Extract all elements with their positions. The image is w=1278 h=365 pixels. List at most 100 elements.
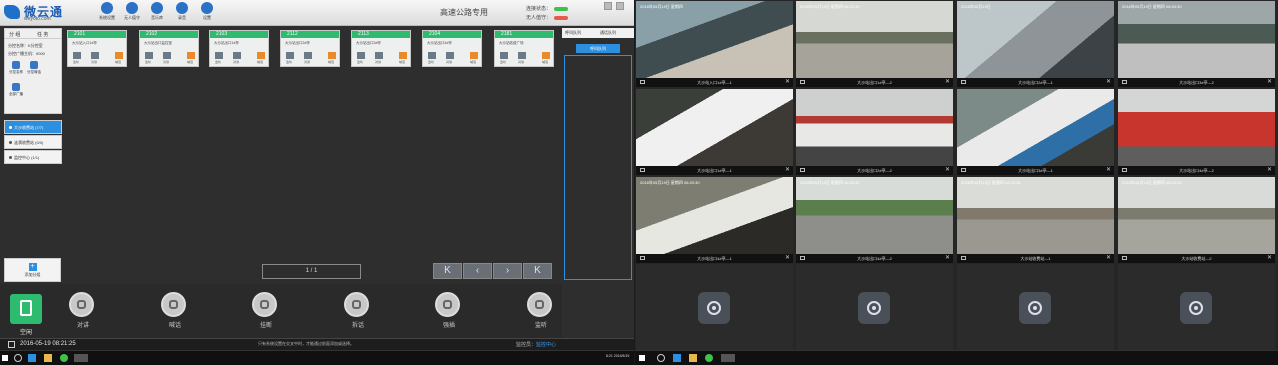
camera-feed[interactable]: 2016年05月19日 星期四 08:20:30 大沙站出口3#亭—2 ✕ <box>1118 1 1275 87</box>
intercom-icon[interactable] <box>304 52 312 59</box>
call-queue-list[interactable] <box>564 55 632 280</box>
barge-in-button[interactable] <box>435 292 460 317</box>
listen-icon[interactable] <box>73 52 81 59</box>
listen-icon[interactable] <box>215 52 223 59</box>
camera-feed[interactable]: 2016年05月19日 星期四 08:20:30 大沙站出口4#亭—2 ✕ <box>796 177 953 263</box>
terminal-card[interactable]: 2112 大沙站出口2#亭 监听 对讲 喊话 <box>280 30 340 67</box>
terminal-card[interactable]: 2181 大沙站收费广场 监听 对讲 喊话 <box>494 30 554 67</box>
active-app-icon[interactable] <box>74 354 88 362</box>
close-icon[interactable]: ✕ <box>785 78 790 87</box>
listen-icon[interactable] <box>145 52 153 59</box>
listen-icon[interactable] <box>286 52 294 59</box>
sidebar-group-lianyi[interactable]: 涟漪收费站 (0/0) <box>4 135 62 149</box>
toolbar-settings-button[interactable]: 系统设置 <box>96 2 118 24</box>
terminal-card[interactable]: 2103 大沙站出口1#亭 监听 对讲 喊话 <box>209 30 269 67</box>
edge-browser-icon[interactable] <box>673 354 681 362</box>
first-page-button[interactable]: K <box>433 263 462 279</box>
settings-icon <box>101 2 113 14</box>
app-icon[interactable] <box>60 354 68 362</box>
close-icon[interactable]: ✕ <box>1267 166 1272 175</box>
megaphone-icon[interactable] <box>187 52 195 59</box>
controller-name-button[interactable]: 分控名称 <box>9 61 23 77</box>
camera-feed[interactable]: 大沙站出口2#亭—2 ✕ <box>796 89 953 175</box>
empty-video-slot[interactable] <box>796 264 953 350</box>
tab-call-queue[interactable]: 呼叫队列 <box>565 30 581 36</box>
last-page-button[interactable]: K <box>523 263 552 279</box>
toolbar-music-button[interactable]: 音乐库 <box>146 2 168 24</box>
megaphone-icon[interactable] <box>470 52 478 59</box>
file-explorer-icon[interactable] <box>44 354 52 362</box>
megaphone-button[interactable] <box>161 292 186 317</box>
tab-group[interactable]: 分 组 <box>9 31 20 38</box>
active-app-icon[interactable] <box>721 354 735 362</box>
intercom-icon[interactable] <box>518 52 526 59</box>
camera-feed[interactable]: 2016年05月19日 星期四 08:20:30 大沙站出口1#亭—2 ✕ <box>796 1 953 87</box>
intercom-button[interactable] <box>69 292 94 317</box>
intercom-icon[interactable] <box>233 52 241 59</box>
sidebar-group-monitor[interactable]: 监控中心 (1/1) <box>4 150 62 164</box>
empty-video-slot[interactable] <box>1118 264 1275 350</box>
prev-page-button[interactable]: ‹ <box>463 263 492 279</box>
terminal-card[interactable]: 2101 大沙站入口1#亭 监听 对讲 喊话 <box>67 30 127 67</box>
intercom-icon[interactable] <box>91 52 99 59</box>
empty-video-slot[interactable] <box>957 264 1114 350</box>
windows-start-icon[interactable] <box>2 355 8 361</box>
call-queue-button[interactable]: 呼叫队列 <box>576 44 620 53</box>
toolbar-record-button[interactable]: 录音 <box>171 2 193 24</box>
camera-feed[interactable]: 大沙站出口1#亭—1 ✕ <box>636 89 793 175</box>
camera-feed[interactable]: 大沙站出口4#亭—2 ✕ <box>1118 89 1275 175</box>
intercom-icon[interactable] <box>446 52 454 59</box>
toolbar-user-button[interactable]: 设置 <box>196 2 218 24</box>
intercom-icon[interactable] <box>163 52 171 59</box>
file-explorer-icon[interactable] <box>689 354 697 362</box>
listen-icon[interactable] <box>428 52 436 59</box>
tab-task[interactable]: 任 务 <box>37 31 48 38</box>
add-group-button[interactable]: + 添加分组 <box>4 258 61 282</box>
close-icon[interactable]: ✕ <box>1267 78 1272 87</box>
intercom-icon[interactable] <box>375 52 383 59</box>
terminal-card[interactable]: 2102 大沙站出口监控室 监听 对讲 喊话 <box>139 30 199 67</box>
app-icon[interactable] <box>705 354 713 362</box>
terminal-card[interactable]: 2104 大沙站出口4#亭 监听 对讲 喊话 <box>422 30 482 67</box>
edge-browser-icon[interactable] <box>28 354 36 362</box>
close-icon[interactable]: ✕ <box>1106 78 1111 87</box>
broadcast-all-button[interactable]: 全部广播 <box>9 83 23 99</box>
megaphone-icon[interactable] <box>399 52 407 59</box>
tab-talk-queue[interactable]: 通话队列 <box>600 30 616 36</box>
close-icon[interactable]: ✕ <box>945 78 950 87</box>
toolbar-unattended-button[interactable]: 无人值守 <box>121 2 143 24</box>
megaphone-icon[interactable] <box>542 52 550 59</box>
camera-feed[interactable]: 2016年05月19日 星期四 08:20:34 大沙站收费站—1 ✕ <box>957 177 1114 263</box>
empty-video-slot[interactable] <box>636 264 793 350</box>
close-icon[interactable]: ✕ <box>945 254 950 263</box>
search-icon[interactable] <box>657 354 665 362</box>
close-icon[interactable]: ✕ <box>785 254 790 263</box>
camera-feed[interactable]: 2016年05月19日 星期四 08:20:34 大沙站收费站—2 ✕ <box>1118 177 1275 263</box>
close-icon[interactable]: ✕ <box>1106 166 1111 175</box>
close-icon[interactable]: ✕ <box>785 166 790 175</box>
close-button[interactable] <box>616 2 624 10</box>
split-call-button[interactable] <box>344 292 369 317</box>
search-icon[interactable] <box>14 354 22 362</box>
megaphone-icon[interactable] <box>257 52 265 59</box>
megaphone-icon[interactable] <box>115 52 123 59</box>
camera-feed[interactable]: 2016年05月19日 星期四 08:20:30 大沙站出口4#亭—1 ✕ <box>636 177 793 263</box>
headset-button[interactable] <box>527 292 552 317</box>
windows-start-icon[interactable] <box>639 355 645 361</box>
terminal-card[interactable]: 2113 大沙站出口3#亭 监听 对讲 喊话 <box>351 30 411 67</box>
camera-feed[interactable]: 2016年05月19日 大沙站出口2#亭—1 ✕ <box>957 1 1114 87</box>
camera-feed[interactable]: 2016年05月19日 星期四 大沙站入口1#亭—1 ✕ <box>636 1 793 87</box>
hangup-button[interactable] <box>252 292 277 317</box>
sidebar-group-dasha[interactable]: 大沙收费站 (7/7) <box>4 120 62 134</box>
close-icon[interactable]: ✕ <box>945 166 950 175</box>
listen-icon[interactable] <box>357 52 365 59</box>
next-page-button[interactable]: › <box>493 263 522 279</box>
listen-icon[interactable] <box>500 52 508 59</box>
camera-feed[interactable]: 大沙站出口3#亭—1 ✕ <box>957 89 1114 175</box>
phone-status-button[interactable] <box>10 294 42 324</box>
minimize-button[interactable] <box>604 2 612 10</box>
controller-talk-button[interactable]: 分控喊话 <box>27 61 41 77</box>
close-icon[interactable]: ✕ <box>1267 254 1272 263</box>
megaphone-icon[interactable] <box>328 52 336 59</box>
close-icon[interactable]: ✕ <box>1106 254 1111 263</box>
